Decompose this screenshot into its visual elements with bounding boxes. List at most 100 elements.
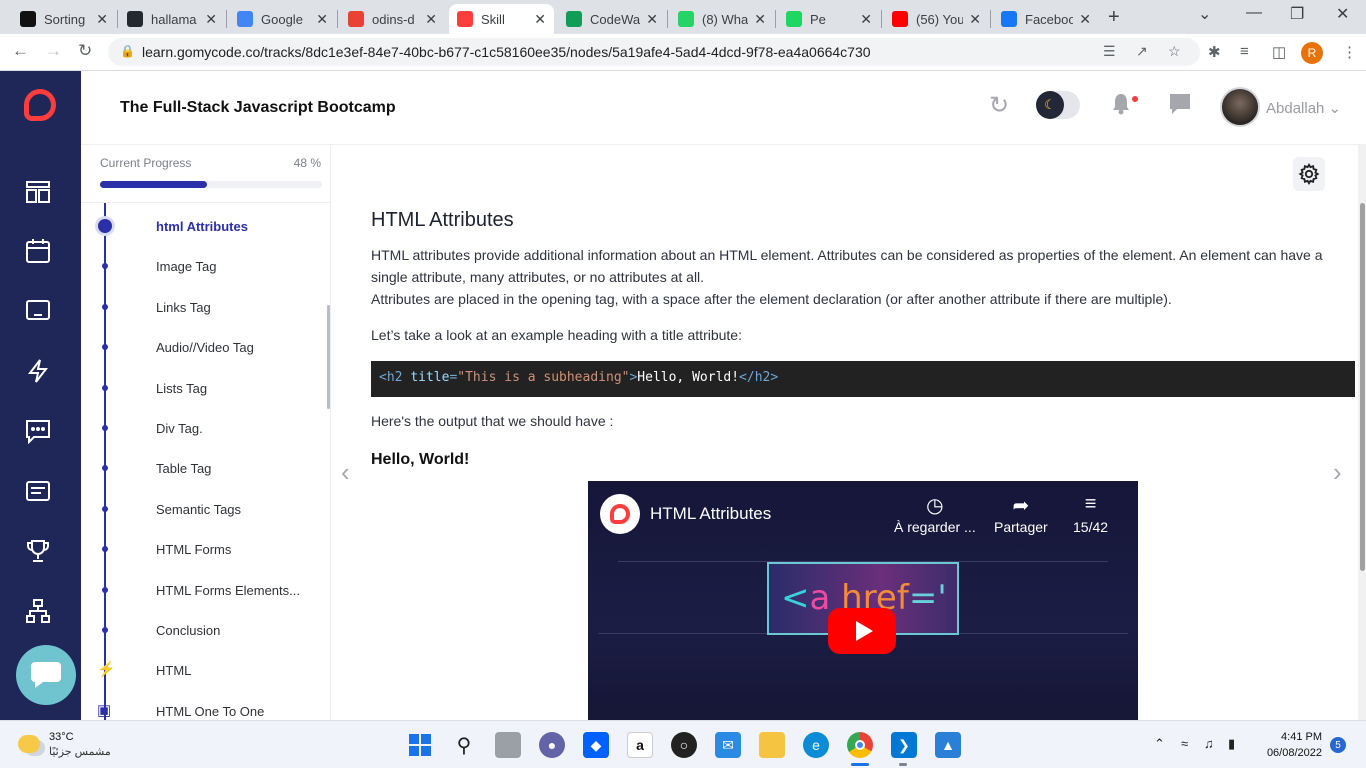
task-view-icon[interactable] (495, 732, 521, 758)
app-circle-icon[interactable]: ○ (671, 732, 697, 758)
laptop-icon[interactable] (24, 297, 52, 325)
photos-icon[interactable]: ▲ (935, 732, 961, 758)
dashboard-icon[interactable] (24, 178, 52, 206)
browser-tab[interactable]: Faceboo ✕ (993, 4, 1099, 34)
browser-tab[interactable]: (56) You ✕ (884, 4, 989, 34)
mail-icon[interactable]: ✉ (715, 732, 741, 758)
outline-item[interactable]: Div Tag. (81, 410, 326, 450)
tab-search-icon[interactable]: ⌄ (1198, 4, 1211, 24)
outline-item[interactable]: html Attributes (81, 208, 326, 248)
restore-button[interactable]: ❐ (1290, 4, 1304, 24)
browser-tab[interactable]: odins-d ✕ (340, 4, 445, 34)
video-embed[interactable]: HTML Attributes ◷ À regarder ... ➦ Parta… (588, 481, 1138, 720)
chat-bubble-icon[interactable] (1169, 93, 1191, 120)
amazon-icon[interactable]: a (627, 732, 653, 758)
close-tab-icon[interactable]: ✕ (646, 11, 658, 28)
notification-count-badge[interactable]: 5 (1330, 737, 1346, 753)
close-tab-icon[interactable]: ✕ (1079, 11, 1091, 28)
refresh-icon[interactable]: ↻ (989, 91, 1009, 120)
calendar-icon[interactable] (24, 237, 52, 265)
side-panel-icon[interactable]: ◫ (1272, 43, 1286, 61)
show-hidden-icons-icon[interactable]: ⌃ (1154, 736, 1165, 752)
browser-tab[interactable]: hallama ✕ (119, 4, 225, 34)
messages-icon[interactable] (24, 417, 52, 445)
outline-item[interactable]: Table Tag (81, 450, 326, 490)
browser-tab[interactable]: Pe ✕ (778, 4, 880, 34)
battery-icon[interactable]: ▮ (1228, 736, 1235, 752)
browser-tab[interactable]: Google ✕ (229, 4, 336, 34)
lock-icon[interactable]: 🔒 (120, 44, 135, 58)
outline-item[interactable]: Audio//Video Tag (81, 329, 326, 369)
close-tab-icon[interactable]: ✕ (534, 11, 546, 28)
edge-icon[interactable]: e (803, 732, 829, 758)
outline-item[interactable]: Image Tag (81, 248, 326, 288)
user-name-dropdown[interactable]: Abdallah ⌄ (1266, 99, 1341, 117)
outline-item[interactable]: Links Tag (81, 289, 326, 329)
bookmark-star-icon[interactable]: ☆ (1168, 43, 1181, 60)
play-button[interactable] (828, 608, 896, 654)
close-tab-icon[interactable]: ✕ (96, 11, 108, 28)
outline-item[interactable]: Semantic Tags (81, 491, 326, 531)
close-tab-icon[interactable]: ✕ (425, 11, 437, 28)
document-icon[interactable] (24, 477, 52, 505)
hierarchy-icon[interactable] (24, 597, 52, 625)
weather-widget[interactable]: 33°C مشمس جزئيًا (18, 731, 138, 761)
chrome-menu-icon[interactable]: ⋮ (1342, 43, 1357, 61)
share-icon[interactable]: ↗ (1136, 43, 1148, 60)
chrome-icon[interactable] (847, 732, 873, 758)
next-arrow-icon[interactable]: › (1333, 457, 1342, 488)
close-tab-icon[interactable]: ✕ (860, 11, 872, 28)
video-title[interactable]: HTML Attributes (650, 504, 771, 524)
minimize-button[interactable]: — (1246, 4, 1262, 22)
dropbox-icon[interactable]: ◆ (583, 732, 609, 758)
volume-icon[interactable]: ♫ (1204, 736, 1214, 751)
browser-tab[interactable]: Skill ✕ (449, 4, 554, 34)
outline-item[interactable]: Conclusion (81, 612, 326, 652)
wifi-icon[interactable]: ≈ (1181, 736, 1188, 751)
close-tab-icon[interactable]: ✕ (316, 11, 328, 28)
user-avatar[interactable] (1220, 87, 1260, 127)
teams-chat-icon[interactable]: ● (539, 732, 565, 758)
file-explorer-icon[interactable] (759, 732, 785, 758)
settings-button[interactable] (1293, 157, 1325, 191)
profile-avatar[interactable]: R (1301, 42, 1323, 64)
translate-icon[interactable]: ☰ (1103, 43, 1116, 60)
browser-tab[interactable]: (8) What ✕ (670, 4, 774, 34)
bell-icon[interactable] (1111, 93, 1131, 120)
back-icon[interactable]: ← (12, 41, 29, 61)
scrollbar-thumb[interactable] (1360, 203, 1365, 571)
extensions-icon[interactable]: ✱ (1208, 43, 1221, 61)
previous-arrow-icon[interactable]: ‹ (341, 457, 350, 488)
outline-item[interactable]: ▣ HTML One To One (81, 693, 326, 720)
new-tab-button[interactable]: + (1108, 6, 1120, 29)
windows-start-icon[interactable] (407, 732, 433, 758)
forward-icon[interactable]: → (45, 41, 62, 61)
browser-tab[interactable]: CodeWa ✕ (558, 4, 666, 34)
outline-item[interactable]: ⚡ HTML (81, 652, 326, 692)
page-scrollbar[interactable] (1358, 145, 1366, 720)
close-tab-icon[interactable]: ✕ (969, 11, 981, 28)
dark-mode-toggle[interactable]: ☾ (1036, 91, 1080, 119)
search-icon[interactable]: ⚲ (451, 732, 477, 758)
close-tab-icon[interactable]: ✕ (754, 11, 766, 28)
close-tab-icon[interactable]: ✕ (205, 11, 217, 28)
url-text[interactable]: learn.gomycode.co/tracks/8dc1e3ef-84e7-4… (142, 44, 871, 60)
gomycode-logo-icon[interactable] (24, 89, 56, 121)
outline-item[interactable]: HTML Forms (81, 531, 326, 571)
watch-later-button[interactable]: ◷ À regarder ... (894, 493, 976, 535)
playlist-button[interactable]: ≡ 15/42 (1073, 493, 1108, 535)
lightning-icon[interactable] (24, 357, 52, 385)
share-button[interactable]: ➦ Partager (994, 493, 1048, 535)
trophy-icon[interactable] (24, 537, 52, 565)
outline-item[interactable]: HTML Forms Elements... (81, 572, 326, 612)
outline-scrollbar[interactable] (327, 305, 330, 409)
address-bar[interactable]: 🔒 learn.gomycode.co/tracks/8dc1e3ef-84e7… (108, 38, 1200, 66)
channel-logo-icon[interactable] (600, 494, 640, 534)
vscode-icon[interactable]: ❯ (891, 732, 917, 758)
reload-icon[interactable]: ↻ (78, 41, 92, 61)
system-clock[interactable]: 4:41 PM 06/08/2022 (1258, 729, 1322, 761)
browser-tab[interactable]: Sorting ✕ (12, 4, 116, 34)
close-window-button[interactable]: ✕ (1336, 4, 1349, 24)
media-control-icon[interactable]: ≡ (1240, 43, 1249, 60)
outline-item[interactable]: Lists Tag (81, 370, 326, 410)
